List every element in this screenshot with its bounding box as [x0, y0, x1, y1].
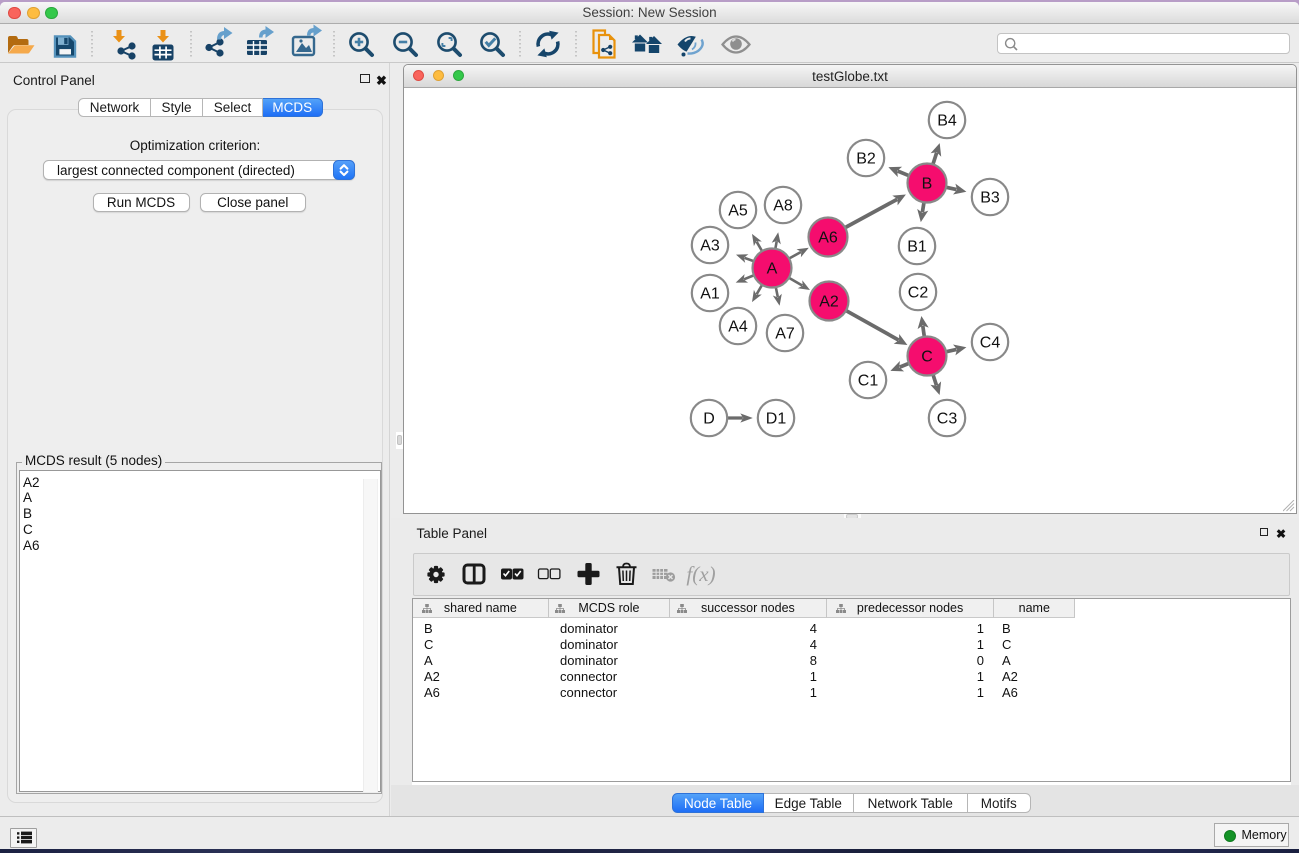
svg-text:A5: A5	[728, 203, 748, 220]
svg-text:B: B	[922, 176, 933, 193]
svg-text:D: D	[703, 411, 715, 428]
svg-text:A1: A1	[700, 286, 720, 303]
svg-text:A7: A7	[775, 326, 795, 343]
svg-text:D1: D1	[766, 411, 787, 428]
svg-text:C3: C3	[937, 411, 958, 428]
svg-text:C1: C1	[858, 373, 879, 390]
svg-text:B2: B2	[856, 151, 876, 168]
svg-text:A8: A8	[773, 198, 793, 215]
svg-text:B4: B4	[937, 113, 957, 130]
svg-text:A3: A3	[700, 238, 720, 255]
svg-text:A4: A4	[728, 319, 748, 336]
svg-text:C4: C4	[980, 335, 1001, 352]
svg-text:A2: A2	[819, 294, 839, 311]
svg-text:C2: C2	[908, 285, 929, 302]
svg-text:A: A	[767, 261, 778, 278]
svg-text:B1: B1	[907, 239, 927, 256]
svg-text:A6: A6	[818, 230, 838, 247]
svg-text:f(x): f(x)	[686, 562, 715, 586]
svg-text:C: C	[921, 349, 933, 366]
svg-text:B3: B3	[980, 190, 1000, 207]
